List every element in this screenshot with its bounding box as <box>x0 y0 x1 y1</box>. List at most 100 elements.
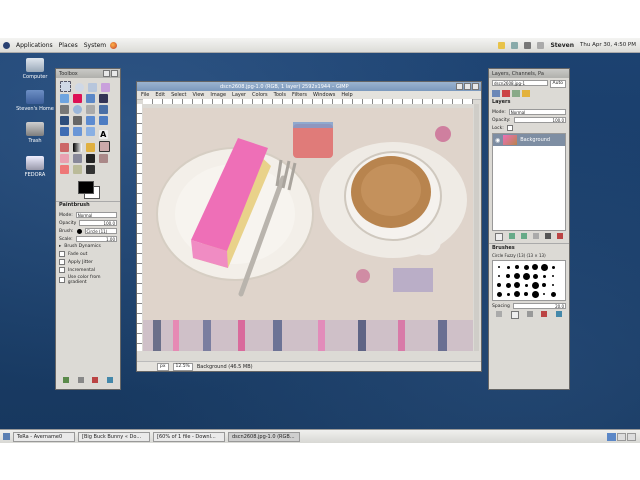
lower-layer-icon[interactable] <box>521 233 527 239</box>
spacing-slider[interactable]: 20.0 <box>512 303 566 309</box>
brush-swatch[interactable] <box>495 290 503 298</box>
fedora-logo-icon[interactable] <box>3 41 10 49</box>
clone-tool-icon[interactable] <box>98 154 108 163</box>
fuzzy-select-tool-icon[interactable] <box>100 83 110 92</box>
raise-layer-icon[interactable] <box>509 233 515 239</box>
brush-swatch[interactable] <box>540 281 548 289</box>
brush-swatch[interactable] <box>540 263 548 271</box>
text-tool-icon[interactable]: A <box>98 130 108 139</box>
tab-paths[interactable] <box>512 90 520 97</box>
zoom-select[interactable]: 12.5% <box>172 362 193 371</box>
option-gradient[interactable]: Use color from gradient <box>59 275 117 285</box>
mode-select[interactable]: Normal <box>75 212 117 218</box>
menu-image[interactable]: Image <box>210 92 226 98</box>
close-button[interactable] <box>111 70 118 77</box>
menu-view[interactable]: View <box>193 92 205 98</box>
measure-tool-icon[interactable] <box>85 105 95 114</box>
reset-options-icon[interactable] <box>106 377 113 383</box>
auto-button[interactable]: Auto <box>549 80 566 88</box>
menu-edit[interactable]: Edit <box>155 92 165 98</box>
tab-layers[interactable] <box>492 90 500 97</box>
opacity-slider[interactable]: 100.0 <box>79 220 117 226</box>
brush-swatch[interactable] <box>522 272 530 280</box>
brush-swatch[interactable] <box>513 263 521 271</box>
firefox-launcher-icon[interactable] <box>110 41 118 49</box>
brush-swatch[interactable] <box>522 263 530 271</box>
paintbrush-tool-icon[interactable] <box>98 141 110 152</box>
brush-grid[interactable] <box>492 260 566 301</box>
minimize-button[interactable] <box>456 83 463 90</box>
duplicate-brush-icon[interactable] <box>526 311 533 317</box>
mail-icon[interactable] <box>537 41 545 49</box>
color-select-tool-icon[interactable] <box>60 94 69 103</box>
move-tool-icon[interactable] <box>98 105 108 114</box>
brush-swatch[interactable] <box>513 281 521 289</box>
brush-swatch[interactable] <box>495 281 503 289</box>
heal-tool-icon[interactable] <box>60 165 69 174</box>
taskbar-item[interactable]: [Big Buck Bunny « Do... <box>78 431 150 442</box>
rotate-tool-icon[interactable] <box>85 116 95 125</box>
brush-dynamics-expander[interactable]: ▸ Brush Dynamics <box>59 244 117 249</box>
brush-swatch[interactable] <box>504 263 512 271</box>
rect-select-tool-icon[interactable] <box>60 81 71 92</box>
workspace-2[interactable] <box>617 432 626 441</box>
image-titlebar[interactable]: dscn2608.jpg-1.0 (RGB, 1 layer) 2592x194… <box>137 82 481 91</box>
eraser-tool-icon[interactable] <box>60 154 69 163</box>
layer-opacity-slider[interactable]: 100.0 <box>513 117 566 123</box>
delete-layer-icon[interactable] <box>557 233 563 239</box>
brush-swatch[interactable] <box>549 281 557 289</box>
brush-swatch[interactable] <box>504 281 512 289</box>
ink-tool-icon[interactable] <box>85 154 95 163</box>
brush-name-field[interactable]: Circle (11) <box>84 228 117 234</box>
clock[interactable]: Thu Apr 30, 4:50 PM <box>580 42 636 48</box>
jitter-checkbox[interactable] <box>59 259 65 265</box>
maximize-button[interactable] <box>464 83 471 90</box>
option-apply-jitter[interactable]: Apply Jitter <box>59 259 117 265</box>
menu-layer[interactable]: Layer <box>232 92 246 98</box>
minimize-button[interactable] <box>103 70 110 77</box>
taskbar-item[interactable]: dscn2608.jpg-1.0 (RGB... <box>228 431 300 442</box>
blend-tool-icon[interactable] <box>72 143 82 152</box>
brush-swatch[interactable] <box>522 281 530 289</box>
new-layer-icon[interactable] <box>495 233 503 241</box>
shear-tool-icon[interactable] <box>60 127 69 136</box>
tab-undo[interactable] <box>522 90 530 97</box>
close-button[interactable] <box>472 83 479 90</box>
workspace-switcher[interactable] <box>607 432 636 441</box>
color-picker-tool-icon[interactable] <box>60 105 69 114</box>
menu-windows[interactable]: Windows <box>313 92 335 98</box>
ellipse-select-tool-icon[interactable] <box>74 83 84 92</box>
vertical-scrollbar[interactable] <box>474 104 479 351</box>
incremental-checkbox[interactable] <box>59 267 65 273</box>
tab-channels[interactable] <box>502 90 510 97</box>
delete-options-icon[interactable] <box>92 377 99 383</box>
volume-icon[interactable] <box>524 41 532 49</box>
brush-swatch[interactable] <box>531 281 539 289</box>
brush-swatch[interactable] <box>540 290 548 298</box>
zoom-tool-icon[interactable] <box>72 105 82 114</box>
bucket-fill-tool-icon[interactable] <box>60 143 69 152</box>
brush-swatch[interactable] <box>513 290 521 298</box>
perspective-tool-icon[interactable] <box>72 127 82 136</box>
refresh-brushes-icon[interactable] <box>555 311 562 317</box>
workspace-1[interactable] <box>607 432 616 441</box>
duplicate-layer-icon[interactable] <box>533 233 539 239</box>
menu-help[interactable]: Help <box>341 92 352 98</box>
brush-swatch[interactable] <box>522 290 530 298</box>
user-name[interactable]: Steven <box>550 42 574 49</box>
taskbar-item[interactable]: TeRa - Avername0 <box>13 431 75 442</box>
brush-swatch[interactable] <box>495 263 503 271</box>
menu-system[interactable]: System <box>84 42 106 49</box>
option-incremental[interactable]: Incremental <box>59 267 117 273</box>
brush-swatch[interactable] <box>504 290 512 298</box>
new-brush-icon[interactable] <box>510 311 519 319</box>
desktop-icon-home[interactable]: Steven's Home <box>14 90 56 112</box>
menu-select[interactable]: Select <box>171 92 186 98</box>
flip-tool-icon[interactable] <box>85 127 95 136</box>
image-select[interactable]: dscn2608.jpg-1 <box>492 80 548 86</box>
free-select-tool-icon[interactable] <box>87 83 97 92</box>
option-fade-out[interactable]: Fade out <box>59 251 117 257</box>
desktop-icon-trash[interactable]: Trash <box>14 122 56 144</box>
gradient-checkbox[interactable] <box>59 277 65 283</box>
dodge-burn-tool-icon[interactable] <box>85 165 95 174</box>
